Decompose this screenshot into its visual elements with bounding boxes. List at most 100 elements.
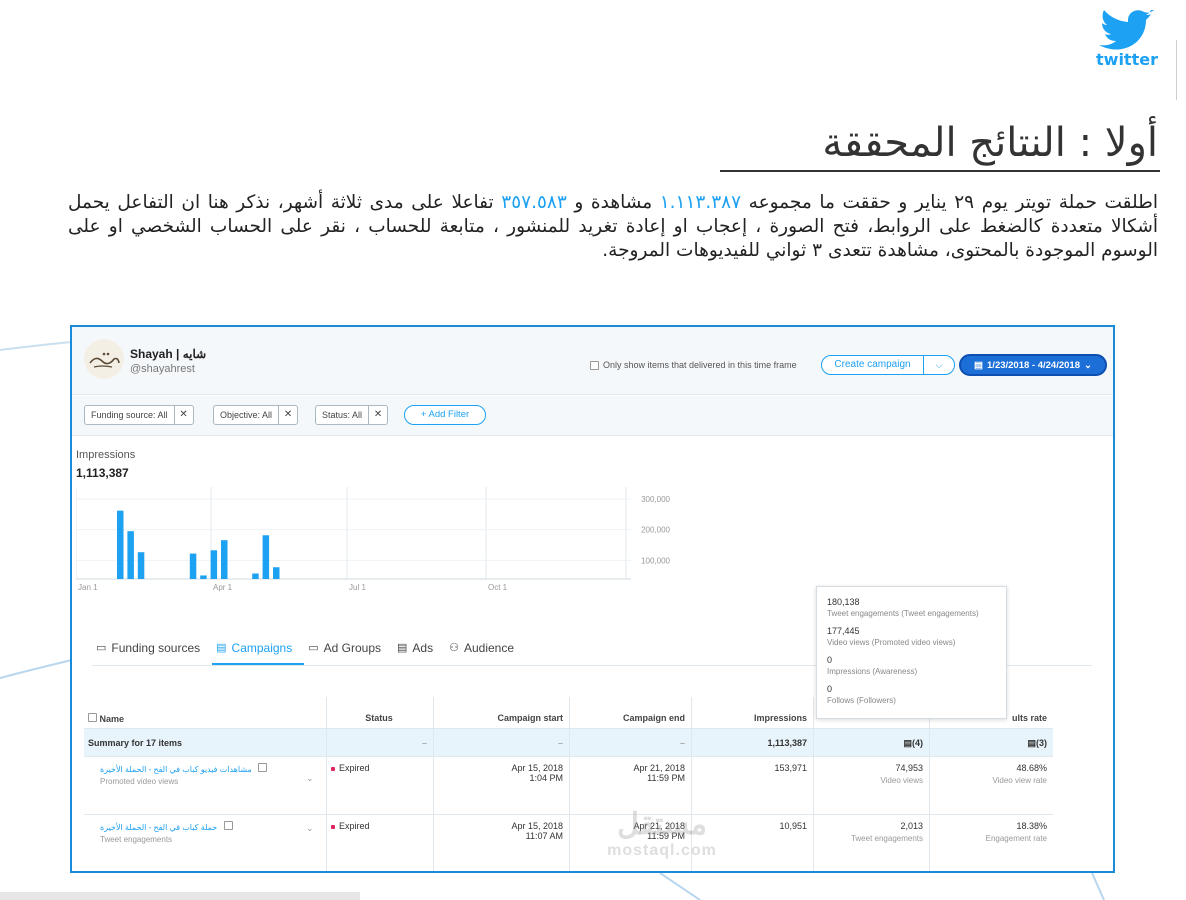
only-show-checkbox[interactable]	[590, 360, 599, 370]
filter-chip-funding[interactable]: Funding source: All ✕	[84, 405, 194, 425]
metric-label: Impressions	[76, 449, 136, 461]
list-icon: ▤	[216, 642, 227, 654]
watermark: مستقل mostaql.com	[587, 807, 737, 860]
end-date: Apr 21, 2018	[633, 763, 685, 773]
x-tick-label: Apr 1	[213, 583, 233, 592]
start-time: 1:04 PM	[529, 773, 563, 783]
tooltip-value: 0	[827, 655, 833, 665]
tooltip-desc: Follows (Followers)	[827, 696, 896, 705]
rate-cell: 48.68% Video view rate	[929, 757, 1053, 814]
watermark-en: mostaql.com	[607, 842, 717, 859]
bird-icon	[1099, 10, 1154, 50]
y-tick-label: 300,000	[641, 495, 670, 504]
list-icon: ▤	[1027, 738, 1036, 748]
tab-label: Campaigns	[231, 641, 293, 655]
col-header-impressions[interactable]: Impressions	[691, 697, 813, 728]
tab-label: Audience	[463, 641, 515, 655]
summary-rate[interactable]: ▤(3)	[929, 729, 1053, 756]
tab-label: Ad Groups	[323, 641, 382, 655]
tab-label: Funding sources	[111, 641, 201, 655]
x-tick-label: Jan 1	[78, 583, 98, 592]
results-tooltip: 180,138 Tweet engagements (Tweet engagem…	[816, 586, 1007, 719]
chart-bar	[210, 550, 218, 579]
chart-bar	[117, 510, 124, 579]
chart-bar	[200, 575, 207, 579]
status-cell: Expired	[326, 757, 433, 814]
row-checkbox[interactable]	[223, 821, 233, 830]
filter-chip-status[interactable]: Status: All ✕	[315, 405, 389, 425]
summary-status: –	[326, 729, 433, 756]
only-show-toggle[interactable]: Only show items that delivered in this t…	[590, 360, 797, 370]
chart-bar	[127, 531, 134, 579]
summary-results[interactable]: ▤(4)	[813, 729, 929, 756]
results-label: Video views	[880, 776, 923, 785]
create-campaign-button[interactable]: Create campaign ⌵	[821, 355, 955, 375]
watermark-ar: مستقل	[617, 808, 707, 841]
tab-funding-sources[interactable]: ▭ Funding sources	[92, 635, 212, 665]
expired-dot-icon	[331, 766, 335, 771]
rate-label: Engagement rate	[985, 834, 1047, 843]
rate-cell: 18.38% Engagement rate	[929, 815, 1053, 871]
chevron-down-icon[interactable]: ⌵	[924, 356, 954, 374]
dashboard-header: Shayah | شايه @shayahrest Only show item…	[72, 327, 1113, 395]
chart-bar	[189, 553, 197, 579]
campaign-name-cell: مشاهدات فيديو كباب في الفح - الحملة الأخ…	[84, 757, 326, 814]
chart-bar	[252, 573, 259, 579]
avatar[interactable]	[84, 339, 124, 379]
tab-bar: ▭ Funding sources ▤ Campaigns ▭ Ad Group…	[92, 635, 526, 665]
rate-value: 48.68%	[1016, 763, 1047, 773]
logo-wordmark: twitter	[1096, 50, 1158, 69]
start-cell: Apr 15, 2018 1:04 PM	[433, 757, 569, 814]
end-time: 11:59 PM	[647, 773, 685, 783]
end-cell: Apr 21, 2018 11:59 PM	[569, 757, 691, 814]
campaign-name-link[interactable]: حملة كباب في الفح - الحملة الأخيرة	[100, 823, 217, 832]
filter-chip-objective[interactable]: Objective: All ✕	[213, 405, 299, 425]
table-row[interactable]: حملة كباب في الفح - الحملة الأخيرة Tweet…	[84, 815, 1053, 871]
chevron-down-icon[interactable]: ⌄	[306, 773, 314, 784]
tooltip-value: 177,445	[827, 626, 860, 636]
date-range-button[interactable]: ▤ 1/23/2018 - 4/24/2018 ⌄	[959, 354, 1107, 376]
campaign-objective: Promoted video views	[100, 777, 179, 786]
impressions-chart: 100,000 200,000 300,000 Jan 1 Apr 1 Jul 1 Oct …	[76, 487, 671, 592]
results-cell: 74,953 Video views	[813, 757, 929, 814]
tab-ad-groups[interactable]: ▭ Ad Groups	[304, 635, 393, 665]
header-label: Name	[99, 714, 125, 724]
col-header-status[interactable]: Status	[326, 697, 433, 728]
heading-underline	[720, 170, 1160, 172]
col-header-name[interactable]: Name	[84, 697, 326, 728]
edge-strip	[1176, 40, 1186, 100]
campaign-name-link[interactable]: مشاهدات فيديو كباب في الفح - الحملة الأخ…	[100, 765, 252, 774]
status-cell: Expired	[326, 815, 433, 871]
table-row[interactable]: مشاهدات فيديو كباب في الفح - الحملة الأخ…	[84, 757, 1053, 815]
chart-bar	[273, 567, 280, 579]
start-cell: Apr 15, 2018 11:07 AM	[433, 815, 569, 871]
row-checkbox[interactable]	[258, 763, 268, 772]
x-tick-label: Jul 1	[349, 583, 366, 592]
chevron-down-icon[interactable]: ⌄	[306, 823, 314, 834]
chevron-down-icon: ⌄	[1083, 359, 1092, 371]
close-icon[interactable]: ✕	[175, 406, 193, 424]
close-icon[interactable]: ✕	[279, 406, 297, 424]
views-number: ١.١١٣.٣٨٧	[659, 192, 742, 213]
rate-value: 18.38%	[1016, 821, 1047, 831]
col-header-end[interactable]: Campaign end	[569, 697, 691, 728]
filter-chip-label: Funding source: All	[85, 406, 175, 424]
engagements-number: ٣٥٧.٥٨٣	[501, 192, 567, 213]
create-campaign-label: Create campaign	[822, 356, 924, 374]
tab-ads[interactable]: ▤ Ads	[393, 635, 445, 665]
tab-audience[interactable]: ⚇ Audience	[445, 635, 526, 665]
expired-dot-icon	[331, 824, 335, 829]
col-header-start[interactable]: Campaign start	[433, 697, 569, 728]
brand-calligraphy-icon	[89, 352, 120, 368]
results-label: Tweet engagements	[850, 834, 923, 843]
calendar-icon: ▤	[974, 359, 984, 371]
date-range-label: 1/23/2018 - 4/24/2018	[987, 359, 1080, 371]
add-filter-button[interactable]: + Add Filter	[404, 405, 486, 425]
start-time: 11:07 AM	[525, 831, 563, 841]
ad-icon: ▤	[397, 642, 408, 654]
tab-campaigns[interactable]: ▤ Campaigns	[212, 635, 305, 665]
select-all-checkbox[interactable]	[88, 713, 97, 722]
chart-bar	[137, 552, 145, 579]
account-handle: @shayahrest	[130, 363, 195, 375]
close-icon[interactable]: ✕	[369, 406, 387, 424]
